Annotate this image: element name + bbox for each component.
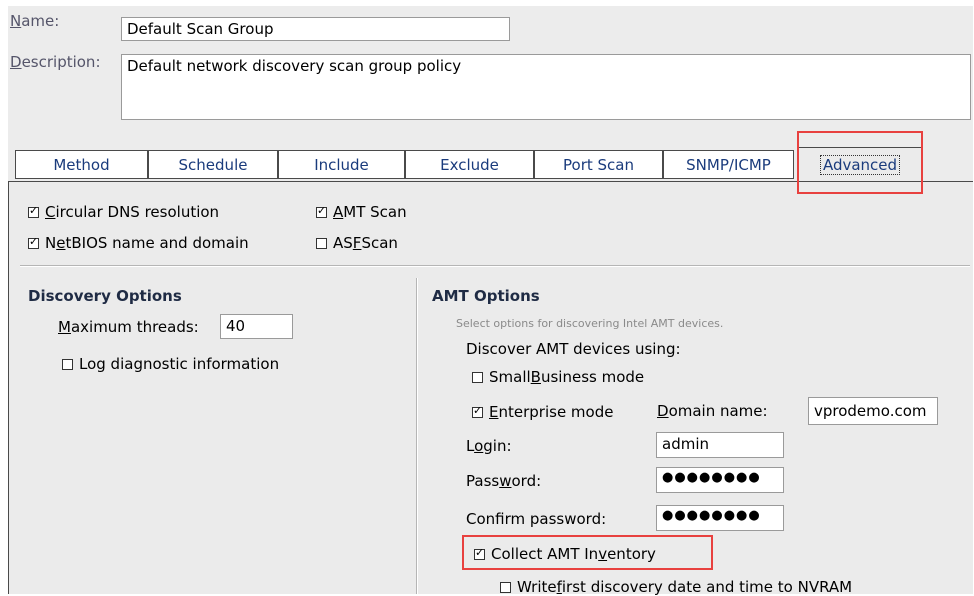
max-threads-input[interactable]: 40 bbox=[220, 314, 293, 339]
checkbox-unchecked-icon bbox=[62, 358, 73, 370]
collect-amt-inventory-checkbox[interactable]: Collect AMT Inventory bbox=[474, 545, 656, 563]
discover-amt-label: Discover AMT devices using: bbox=[466, 340, 681, 358]
login-label: Login: bbox=[466, 437, 512, 455]
netbios-checkbox[interactable]: NetBIOS name and domain bbox=[28, 234, 249, 252]
checkbox-checked-icon bbox=[28, 204, 39, 218]
amt-options-hint: Select options for discovering Intel AMT… bbox=[456, 317, 724, 330]
section-divider bbox=[20, 265, 970, 267]
confirm-password-input[interactable]: ●●●●●●●● bbox=[656, 505, 784, 531]
description-field[interactable]: Default network discovery scan group pol… bbox=[121, 54, 971, 120]
circular-dns-checkbox[interactable]: Circular DNS resolution bbox=[28, 203, 219, 221]
login-input[interactable]: admin bbox=[656, 432, 784, 458]
max-threads-label: Maximum threads: bbox=[58, 318, 199, 336]
description-label: Description: bbox=[10, 53, 101, 71]
log-diagnostic-checkbox[interactable]: Log diagnostic information bbox=[62, 355, 279, 373]
tab-include[interactable]: Include bbox=[278, 150, 405, 179]
checkbox-unchecked-icon bbox=[316, 237, 327, 249]
password-label: Password: bbox=[466, 472, 542, 490]
tab-schedule[interactable]: Schedule bbox=[148, 150, 278, 179]
amt-options-title: AMT Options bbox=[432, 287, 540, 305]
column-divider bbox=[416, 278, 418, 594]
amt-scan-checkbox[interactable]: AMT Scan bbox=[316, 203, 407, 221]
domain-name-label: Domain name: bbox=[657, 402, 768, 420]
tab-advanced[interactable]: Advanced bbox=[797, 147, 923, 182]
asf-scan-checkbox[interactable]: AS F Scan bbox=[316, 234, 398, 252]
tab-snmp-icmp[interactable]: SNMP/ICMP bbox=[663, 150, 794, 179]
name-field[interactable]: Default Scan Group bbox=[121, 17, 510, 41]
checkbox-checked-icon bbox=[472, 404, 483, 418]
confirm-password-label: Confirm password: bbox=[466, 510, 607, 528]
checkbox-unchecked-icon bbox=[500, 581, 511, 593]
write-first-discovery-checkbox[interactable]: Write f irst discovery date and time to N… bbox=[500, 578, 852, 596]
domain-name-input[interactable]: vprodemo.com bbox=[808, 397, 938, 425]
checkbox-checked-icon bbox=[474, 546, 485, 560]
tab-method[interactable]: Method bbox=[15, 150, 148, 179]
checkbox-checked-icon bbox=[316, 204, 327, 218]
checkbox-unchecked-icon bbox=[472, 371, 483, 383]
password-input[interactable]: ●●●●●●●● bbox=[656, 467, 784, 493]
discovery-options-title: Discovery Options bbox=[28, 287, 182, 305]
tab-port-scan[interactable]: Port Scan bbox=[534, 150, 663, 179]
name-label: Name: bbox=[10, 12, 60, 30]
checkbox-checked-icon bbox=[28, 235, 39, 249]
enterprise-mode-checkbox[interactable]: Enterprise mode bbox=[472, 403, 613, 421]
tab-exclude[interactable]: Exclude bbox=[405, 150, 534, 179]
tab-advanced-label: Advanced bbox=[819, 155, 901, 175]
small-business-mode-checkbox[interactable]: Small Business mode bbox=[472, 368, 644, 386]
